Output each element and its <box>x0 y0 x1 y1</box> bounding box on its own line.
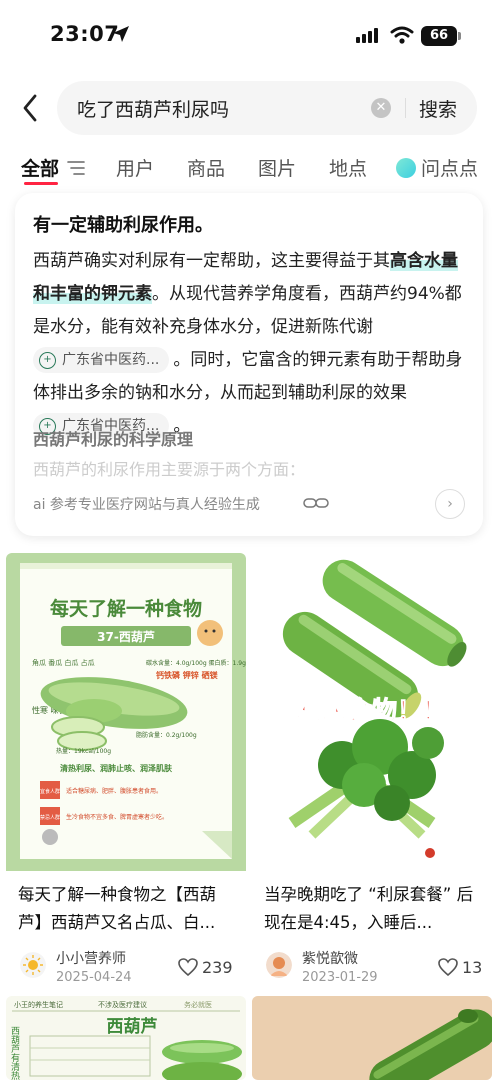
filter-icon[interactable] <box>67 160 85 176</box>
cover-header3: 务必就医 <box>184 1000 212 1009</box>
signal-icon <box>356 28 378 43</box>
cover-heading: 每天了解一种食物 <box>50 597 202 620</box>
ai-subheading: 西葫芦利尿的科学原理 <box>33 430 194 449</box>
tab-places[interactable]: 地点 <box>329 154 367 181</box>
cover-title: 西葫芦 <box>107 1016 158 1037</box>
ai-faded-text: 西葫芦的利尿作用主要源于两个方面： <box>33 460 306 479</box>
note-cover-image: 利尿食物！！ <box>252 553 492 871</box>
status-time: 23:07 <box>50 22 120 46</box>
clear-icon[interactable]: ✕ <box>371 98 391 118</box>
cover-suitable-tag: 宜食人群 <box>40 788 60 795</box>
note-cover-image <box>252 996 492 1080</box>
post-date: 2023-01-29 <box>302 970 378 985</box>
search-tabs: 全部 用户 商品 图片 地点 问点点 <box>0 150 498 190</box>
author-name[interactable]: 紫悦歆微 <box>302 948 358 968</box>
note-cover-image: 小王的养生笔记 不涉及医疗建议 务必就医 西葫芦 西葫芦有清热 <box>6 996 246 1080</box>
ai-answer-body: 西葫芦确实对利尿有一定帮助，这主要得益于其高含水量和丰富的钾元素。从现代营养学角… <box>33 245 473 443</box>
search-divider <box>405 98 406 118</box>
battery-tip <box>458 32 461 40</box>
cover-nutrition: 碳水含量：4.0g/100g 蛋白质：1.9g/100g <box>146 659 246 667</box>
search-input[interactable]: 吃了西葫芦利尿吗 ✕ 搜索 <box>57 81 477 135</box>
cover-fat: 脂肪含量：0.2g/100g <box>136 731 197 739</box>
source-chip[interactable]: + 广东省中医药... <box>33 347 170 373</box>
search-query[interactable]: 吃了西葫芦利尿吗 <box>77 95 229 122</box>
cover-header2: 不涉及医疗建议 <box>98 1000 147 1009</box>
cover-caution-tag: 禁忌人群 <box>40 814 60 821</box>
cover-minerals: 钙铁磷 钾锌 硒镁 <box>156 670 218 680</box>
heart-icon[interactable] <box>178 958 198 976</box>
tab-products[interactable]: 商品 <box>187 154 225 181</box>
link-icon <box>303 498 329 508</box>
hospital-logo-icon: + <box>39 351 56 369</box>
note-card[interactable] <box>252 996 492 1080</box>
cover-caution-text: 生冷食物不宜多食、脾胃虚寒者少吃。 <box>66 813 168 821</box>
avatar[interactable] <box>20 952 46 978</box>
tab-active-underline <box>24 182 58 185</box>
avatar[interactable] <box>266 952 292 978</box>
cover-side-text: 西葫芦有清热 <box>9 1026 20 1080</box>
tab-all[interactable]: 全部 <box>21 154 59 181</box>
note-card[interactable]: 每天了解一种食物 37-西葫芦 角瓜 番瓜 白瓜 占瓜 性寒 味甘 碳水含量：4… <box>6 553 246 989</box>
like-count: 239 <box>202 958 233 977</box>
note-card[interactable]: 利尿食物！！ 当孕晚期吃了 “利尿套餐” 后 现在是4:45，入睡后... 紫悦… <box>252 553 492 989</box>
note-title[interactable]: 当孕晚期吃了 “利尿套餐” 后 现在是4:45，入睡后... <box>264 881 482 937</box>
ai-text: 西葫芦确实对利尿有一定帮助，这主要得益于其 <box>33 251 390 271</box>
location-arrow-icon <box>113 26 129 42</box>
tab-wendiandian[interactable]: 问点点 <box>421 154 478 181</box>
battery-level: 66 <box>421 26 457 46</box>
wendiandian-icon <box>396 158 416 178</box>
ai-answer-card[interactable]: 有一定辅助利尿作用。 西葫芦确实对利尿有一定帮助，这主要得益于其高含水量和丰富的… <box>15 193 483 536</box>
ai-footer-note: ai 参考专业医疗网站与真人经验生成 <box>33 497 260 513</box>
cover-effects: 清热利尿、润肺止咳、润泽肌肤 <box>60 763 173 773</box>
note-cover-image: 每天了解一种食物 37-西葫芦 角瓜 番瓜 白瓜 占瓜 性寒 味甘 碳水含量：4… <box>6 553 246 871</box>
status-bar: 23:07 66 <box>0 0 498 74</box>
cover-banner: 37-西葫芦 <box>97 629 155 644</box>
note-card[interactable]: 小王的养生笔记 不涉及医疗建议 务必就医 西葫芦 西葫芦有清热 <box>6 996 246 1080</box>
tab-images[interactable]: 图片 <box>258 154 296 181</box>
note-title[interactable]: 每天了解一种食物之【西葫芦】西葫芦又名占瓜、白... <box>18 881 236 937</box>
heart-icon[interactable] <box>438 958 458 976</box>
author-name[interactable]: 小小营养师 <box>56 948 126 968</box>
wifi-icon <box>390 26 414 44</box>
post-date: 2025-04-24 <box>56 970 132 985</box>
back-arrow-icon[interactable] <box>18 92 44 124</box>
cover-suitable-text: 适合糖尿病、肥胖、腹胀患者食用。 <box>66 787 162 795</box>
source-label: 广东省中医药... <box>62 351 160 368</box>
like-count: 13 <box>462 958 483 977</box>
cover-header: 小王的养生笔记 <box>14 1000 63 1009</box>
cover-names: 角瓜 番瓜 白瓜 占瓜 <box>32 658 95 667</box>
search-button[interactable]: 搜索 <box>419 95 457 122</box>
expand-arrow-icon[interactable]: › <box>435 489 465 519</box>
tab-users[interactable]: 用户 <box>116 154 154 181</box>
cover-kcal: 热量：19kcal/100g <box>56 747 111 755</box>
ai-heading: 有一定辅助利尿作用。 <box>33 215 213 236</box>
